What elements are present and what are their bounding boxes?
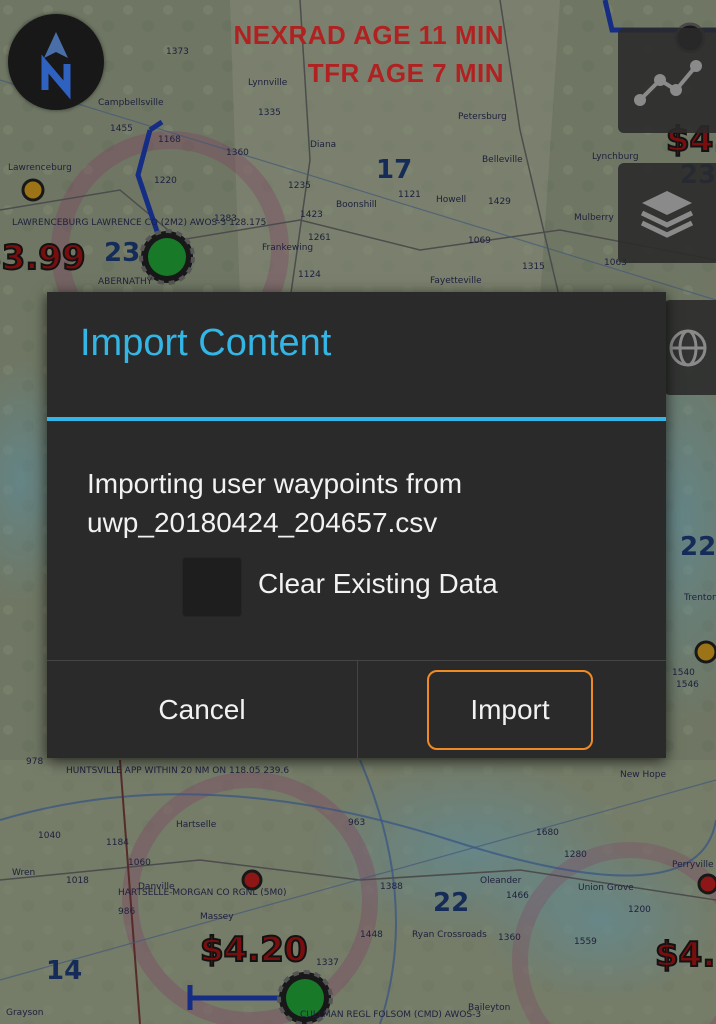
clear-existing-data-checkbox[interactable] [182, 557, 242, 617]
import-content-dialog: Import Content Importing user waypoints … [47, 292, 666, 759]
import-button[interactable]: Import [427, 670, 593, 750]
dialog-button-bar: Cancel Import [47, 660, 666, 759]
globe-icon [669, 329, 707, 367]
north-arrow-icon [41, 32, 71, 100]
message-line: Importing user waypoints from [87, 468, 463, 499]
cancel-button[interactable]: Cancel [47, 661, 357, 759]
chart-view-button[interactable] [618, 28, 716, 133]
dialog-message: Importing user waypoints from uwp_201804… [87, 464, 647, 542]
message-filename: uwp_20180424_204657.csv [87, 507, 438, 538]
tfr-age-label: TFR AGE 7 MIN [307, 58, 504, 88]
dialog-title: Import Content [80, 322, 332, 364]
layers-icon [640, 191, 694, 238]
title-divider [47, 417, 666, 421]
line-chart-icon [634, 60, 702, 106]
button-divider [357, 661, 358, 759]
nexrad-age-label: NEXRAD AGE 11 MIN [233, 20, 504, 50]
north-up-button[interactable] [8, 14, 104, 110]
map-layers-button[interactable] [618, 163, 716, 263]
clear-existing-data-label[interactable]: Clear Existing Data [258, 568, 498, 600]
globe-button[interactable] [664, 300, 716, 395]
